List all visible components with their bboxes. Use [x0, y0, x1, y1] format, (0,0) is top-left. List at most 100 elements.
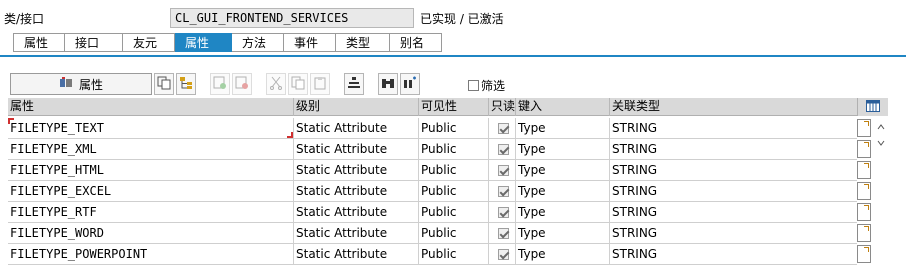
attribute-name-cell[interactable]: FILETYPE_POWERPOINT	[8, 244, 294, 264]
tab-strip: 属性 接口 友元 属性 方法 事件 类型 别名	[13, 33, 442, 53]
level-cell[interactable]: Static Attribute	[294, 118, 419, 138]
associated-type-cell[interactable]: STRING	[610, 160, 857, 180]
type-navigate-icon[interactable]	[857, 245, 871, 263]
visibility-cell[interactable]: Public	[419, 118, 489, 138]
associated-type-cell[interactable]: STRING	[610, 223, 857, 243]
copy-doc-button[interactable]	[288, 73, 308, 95]
table-settings-button[interactable]	[857, 98, 888, 116]
cut-button[interactable]	[266, 73, 286, 95]
associated-type-cell[interactable]: STRING	[610, 202, 857, 222]
table-row[interactable]: FILETYPE_RTF Static Attribute Public Type ST…	[8, 202, 857, 223]
typing-cell[interactable]: Type	[516, 223, 610, 243]
readonly-cell[interactable]	[489, 118, 516, 138]
class-name-field[interactable]: CL_GUI_FRONTEND_SERVICES	[170, 8, 414, 28]
level-cell[interactable]: Static Attribute	[294, 181, 419, 201]
activation-status: 已实现 / 已激活	[420, 12, 504, 26]
tree-icon	[179, 76, 193, 93]
typing-cell[interactable]: Type	[516, 160, 610, 180]
visibility-cell[interactable]: Public	[419, 160, 489, 180]
readonly-checkbox[interactable]	[497, 185, 509, 197]
associated-type-cell[interactable]: STRING	[610, 181, 857, 201]
tab-friends[interactable]: 友元	[123, 33, 175, 52]
table-row[interactable]: FILETYPE_WORD Static Attribute Public Type S…	[8, 223, 857, 244]
tab-properties[interactable]: 属性	[13, 33, 65, 52]
readonly-cell[interactable]	[489, 181, 516, 201]
find-next-button[interactable]	[400, 73, 420, 95]
scroll-up-icon[interactable]	[876, 122, 886, 132]
attributes-button[interactable]: 属性	[10, 73, 152, 95]
cut-icon	[269, 76, 283, 93]
typing-cell[interactable]: Type	[516, 139, 610, 159]
tree-button[interactable]	[176, 73, 196, 95]
copy-button[interactable]	[154, 73, 174, 95]
column-header-level[interactable]: 级别	[294, 98, 419, 116]
type-navigate-icon[interactable]	[857, 140, 871, 158]
toolbar: 属性 筛选	[8, 73, 898, 97]
readonly-cell[interactable]	[489, 244, 516, 264]
readonly-checkbox[interactable]	[497, 227, 509, 239]
tab-methods[interactable]: 方法	[232, 33, 284, 52]
table-row[interactable]: FILETYPE_XML Static Attribute Public Type ST…	[8, 139, 857, 160]
attribute-name-cell[interactable]: FILETYPE_TEXT	[8, 118, 294, 138]
delete-row-button[interactable]	[232, 73, 252, 95]
attribute-name-cell[interactable]: FILETYPE_WORD	[8, 223, 294, 243]
typing-cell[interactable]: Type	[516, 202, 610, 222]
level-cell[interactable]: Static Attribute	[294, 160, 419, 180]
scroll-down-icon[interactable]	[876, 138, 886, 148]
column-header-attribute[interactable]: 属性	[8, 98, 294, 116]
visibility-cell[interactable]: Public	[419, 202, 489, 222]
attribute-name-cell[interactable]: FILETYPE_EXCEL	[8, 181, 294, 201]
tab-attributes[interactable]: 属性	[175, 33, 232, 52]
visibility-cell[interactable]: Public	[419, 181, 489, 201]
readonly-checkbox[interactable]	[497, 122, 509, 134]
table-row[interactable]: FILETYPE_POWERPOINT Static Attribute Publi…	[8, 244, 857, 265]
filter-toggle[interactable]: 筛选	[468, 77, 505, 94]
level-cell[interactable]: Static Attribute	[294, 139, 419, 159]
table-row[interactable]: FILETYPE_TEXT Static Attribute Public Type S…	[8, 118, 857, 139]
vertical-scrollbar[interactable]	[874, 118, 888, 267]
table-row[interactable]: FILETYPE_HTML Static Attribute Public Type S…	[8, 160, 857, 181]
typing-cell[interactable]: Type	[516, 244, 610, 264]
type-navigate-icon[interactable]	[857, 224, 871, 242]
type-navigate-icon[interactable]	[857, 119, 871, 137]
paste-button[interactable]	[310, 73, 330, 95]
readonly-checkbox[interactable]	[497, 248, 509, 260]
type-navigate-icon[interactable]	[857, 203, 871, 221]
level-cell[interactable]: Static Attribute	[294, 223, 419, 243]
tab-aliases[interactable]: 别名	[390, 33, 442, 52]
column-header-readonly[interactable]: 只读	[489, 98, 516, 116]
visibility-cell[interactable]: Public	[419, 223, 489, 243]
tab-types[interactable]: 类型	[336, 33, 390, 52]
level-cell[interactable]: Static Attribute	[294, 244, 419, 264]
attribute-name-cell[interactable]: FILETYPE_HTML	[8, 160, 294, 180]
readonly-cell[interactable]	[489, 202, 516, 222]
column-header-visibility[interactable]: 可见性	[419, 98, 489, 116]
attribute-name-cell[interactable]: FILETYPE_XML	[8, 139, 294, 159]
associated-type-cell[interactable]: STRING	[610, 118, 857, 138]
filter-checkbox[interactable]	[468, 80, 479, 91]
visibility-cell[interactable]: Public	[419, 244, 489, 264]
associated-type-cell[interactable]: STRING	[610, 244, 857, 264]
associated-type-cell[interactable]: STRING	[610, 139, 857, 159]
align-button[interactable]	[344, 73, 364, 95]
column-header-associated-type[interactable]: 关联类型	[610, 98, 857, 116]
table-row[interactable]: FILETYPE_EXCEL Static Attribute Public Type…	[8, 181, 857, 202]
attribute-name-cell[interactable]: FILETYPE_RTF	[8, 202, 294, 222]
typing-cell[interactable]: Type	[516, 181, 610, 201]
level-cell[interactable]: Static Attribute	[294, 202, 419, 222]
readonly-checkbox[interactable]	[497, 164, 509, 176]
type-navigate-icon[interactable]	[857, 161, 871, 179]
typing-cell[interactable]: Type	[516, 118, 610, 138]
readonly-checkbox[interactable]	[497, 143, 509, 155]
find-button[interactable]	[378, 73, 398, 95]
column-header-typing[interactable]: 键入	[516, 98, 610, 116]
type-navigate-icon[interactable]	[857, 182, 871, 200]
readonly-checkbox[interactable]	[497, 206, 509, 218]
visibility-cell[interactable]: Public	[419, 139, 489, 159]
readonly-cell[interactable]	[489, 139, 516, 159]
tab-interfaces[interactable]: 接口	[65, 33, 123, 52]
insert-row-button[interactable]	[210, 73, 230, 95]
readonly-cell[interactable]	[489, 160, 516, 180]
tab-events[interactable]: 事件	[284, 33, 336, 52]
readonly-cell[interactable]	[489, 223, 516, 243]
